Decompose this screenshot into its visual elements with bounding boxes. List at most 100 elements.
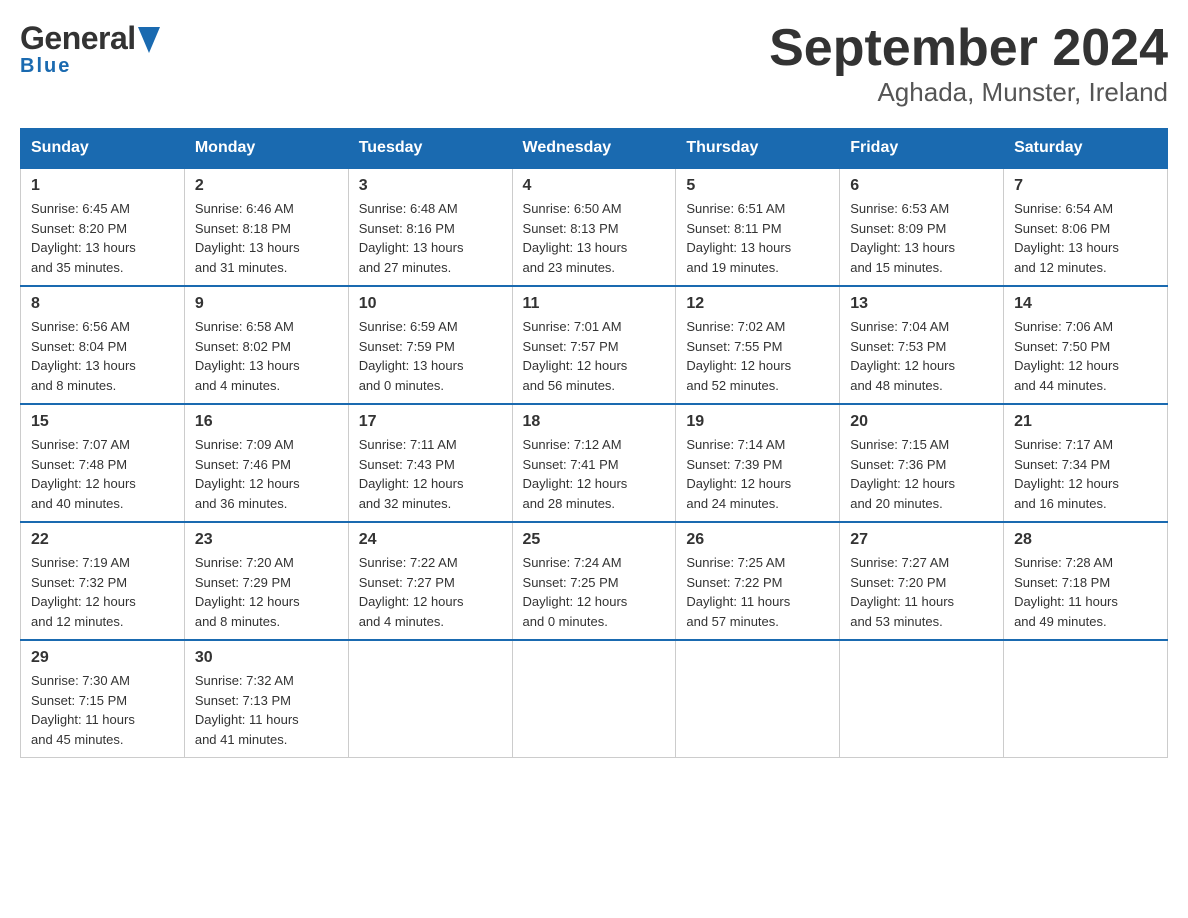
day-number: 12 — [686, 295, 829, 313]
day-info: Sunrise: 7:25 AM Sunset: 7:22 PM Dayligh… — [686, 553, 829, 631]
calendar-day-cell: 14 Sunrise: 7:06 AM Sunset: 7:50 PM Dayli… — [1004, 286, 1168, 404]
day-number: 20 — [850, 413, 993, 431]
day-info: Sunrise: 7:12 AM Sunset: 7:41 PM Dayligh… — [523, 435, 666, 513]
day-info: Sunrise: 6:48 AM Sunset: 8:16 PM Dayligh… — [359, 199, 502, 277]
calendar-day-cell: 10Sunrise: 6:59 AM Sunset: 7:59 PM Dayli… — [348, 286, 512, 404]
day-info: Sunrise: 7:22 AM Sunset: 7:27 PM Dayligh… — [359, 553, 502, 631]
day-info: Sunrise: 7:30 AM Sunset: 7:15 PM Dayligh… — [31, 671, 174, 749]
calendar-day-cell: 18 Sunrise: 7:12 AM Sunset: 7:41 PM Dayli… — [512, 404, 676, 522]
calendar-day-cell: 29Sunrise: 7:30 AM Sunset: 7:15 PM Dayli… — [21, 640, 185, 758]
day-info: Sunrise: 7:15 AM Sunset: 7:36 PM Dayligh… — [850, 435, 993, 513]
day-info: Sunrise: 7:27 AM Sunset: 7:20 PM Dayligh… — [850, 553, 993, 631]
calendar-col-saturday: Saturday — [1004, 129, 1168, 169]
calendar-week-row: 22 Sunrise: 7:19 AM Sunset: 7:32 PM Dayli… — [21, 522, 1168, 640]
day-number: 11 — [523, 295, 666, 313]
calendar-day-cell: 22 Sunrise: 7:19 AM Sunset: 7:32 PM Dayli… — [21, 522, 185, 640]
logo-general: General — [20, 20, 136, 57]
day-info: Sunrise: 6:58 AM Sunset: 8:02 PM Dayligh… — [195, 317, 338, 395]
calendar-header-row: SundayMondayTuesdayWednesdayThursdayFrid… — [21, 129, 1168, 169]
day-number: 19 — [686, 413, 829, 431]
day-number: 18 — [523, 413, 666, 431]
day-info: Sunrise: 6:53 AM Sunset: 8:09 PM Dayligh… — [850, 199, 993, 277]
calendar-day-cell: 25 Sunrise: 7:24 AM Sunset: 7:25 PM Dayli… — [512, 522, 676, 640]
day-info: Sunrise: 6:50 AM Sunset: 8:13 PM Dayligh… — [523, 199, 666, 277]
calendar-week-row: 8Sunrise: 6:56 AM Sunset: 8:04 PM Daylig… — [21, 286, 1168, 404]
calendar-col-tuesday: Tuesday — [348, 129, 512, 169]
calendar-week-row: 15Sunrise: 7:07 AM Sunset: 7:48 PM Dayli… — [21, 404, 1168, 522]
calendar-day-cell: 16 Sunrise: 7:09 AM Sunset: 7:46 PM Dayli… — [184, 404, 348, 522]
calendar-day-cell: 20 Sunrise: 7:15 AM Sunset: 7:36 PM Dayli… — [840, 404, 1004, 522]
day-number: 3 — [359, 177, 502, 195]
calendar-title: September 2024 — [769, 20, 1168, 77]
page-header: General Blue September 2024 Aghada, Muns… — [20, 20, 1168, 108]
day-number: 2 — [195, 177, 338, 195]
calendar-empty-cell — [348, 640, 512, 758]
calendar-col-thursday: Thursday — [676, 129, 840, 169]
calendar-day-cell: 27Sunrise: 7:27 AM Sunset: 7:20 PM Dayli… — [840, 522, 1004, 640]
calendar-day-cell: 21 Sunrise: 7:17 AM Sunset: 7:34 PM Dayli… — [1004, 404, 1168, 522]
day-number: 1 — [31, 177, 174, 195]
day-number: 25 — [523, 531, 666, 549]
calendar-day-cell: 1 Sunrise: 6:45 AM Sunset: 8:20 PM Daylig… — [21, 168, 185, 286]
day-number: 13 — [850, 295, 993, 313]
calendar-day-cell: 28Sunrise: 7:28 AM Sunset: 7:18 PM Dayli… — [1004, 522, 1168, 640]
calendar-empty-cell — [676, 640, 840, 758]
day-number: 24 — [359, 531, 502, 549]
day-number: 22 — [31, 531, 174, 549]
day-number: 9 — [195, 295, 338, 313]
calendar-col-monday: Monday — [184, 129, 348, 169]
day-info: Sunrise: 7:06 AM Sunset: 7:50 PM Dayligh… — [1014, 317, 1157, 395]
day-info: Sunrise: 7:11 AM Sunset: 7:43 PM Dayligh… — [359, 435, 502, 513]
logo-blue: Blue — [20, 55, 71, 78]
day-info: Sunrise: 7:28 AM Sunset: 7:18 PM Dayligh… — [1014, 553, 1157, 631]
day-info: Sunrise: 6:54 AM Sunset: 8:06 PM Dayligh… — [1014, 199, 1157, 277]
day-info: Sunrise: 7:09 AM Sunset: 7:46 PM Dayligh… — [195, 435, 338, 513]
day-info: Sunrise: 7:07 AM Sunset: 7:48 PM Dayligh… — [31, 435, 174, 513]
calendar-day-cell: 4 Sunrise: 6:50 AM Sunset: 8:13 PM Daylig… — [512, 168, 676, 286]
calendar-day-cell: 15Sunrise: 7:07 AM Sunset: 7:48 PM Dayli… — [21, 404, 185, 522]
calendar-day-cell: 17 Sunrise: 7:11 AM Sunset: 7:43 PM Dayli… — [348, 404, 512, 522]
day-number: 23 — [195, 531, 338, 549]
calendar-day-cell: 23 Sunrise: 7:20 AM Sunset: 7:29 PM Dayli… — [184, 522, 348, 640]
day-info: Sunrise: 6:59 AM Sunset: 7:59 PM Dayligh… — [359, 317, 502, 395]
calendar-week-row: 1 Sunrise: 6:45 AM Sunset: 8:20 PM Daylig… — [21, 168, 1168, 286]
calendar-day-cell: 8Sunrise: 6:56 AM Sunset: 8:04 PM Daylig… — [21, 286, 185, 404]
calendar-week-row: 29Sunrise: 7:30 AM Sunset: 7:15 PM Dayli… — [21, 640, 1168, 758]
calendar-day-cell: 3 Sunrise: 6:48 AM Sunset: 8:16 PM Daylig… — [348, 168, 512, 286]
title-block: September 2024 Aghada, Munster, Ireland — [769, 20, 1168, 108]
day-info: Sunrise: 7:17 AM Sunset: 7:34 PM Dayligh… — [1014, 435, 1157, 513]
calendar-empty-cell — [512, 640, 676, 758]
day-info: Sunrise: 7:04 AM Sunset: 7:53 PM Dayligh… — [850, 317, 993, 395]
logo-triangle-icon — [138, 27, 160, 53]
calendar-empty-cell — [840, 640, 1004, 758]
day-number: 21 — [1014, 413, 1157, 431]
day-info: Sunrise: 6:56 AM Sunset: 8:04 PM Dayligh… — [31, 317, 174, 395]
day-info: Sunrise: 7:20 AM Sunset: 7:29 PM Dayligh… — [195, 553, 338, 631]
day-number: 7 — [1014, 177, 1157, 195]
calendar-day-cell: 2Sunrise: 6:46 AM Sunset: 8:18 PM Daylig… — [184, 168, 348, 286]
day-info: Sunrise: 6:45 AM Sunset: 8:20 PM Dayligh… — [31, 199, 174, 277]
day-number: 5 — [686, 177, 829, 195]
day-info: Sunrise: 7:14 AM Sunset: 7:39 PM Dayligh… — [686, 435, 829, 513]
day-number: 4 — [523, 177, 666, 195]
day-number: 14 — [1014, 295, 1157, 313]
calendar-day-cell: 12 Sunrise: 7:02 AM Sunset: 7:55 PM Dayli… — [676, 286, 840, 404]
calendar-day-cell: 26Sunrise: 7:25 AM Sunset: 7:22 PM Dayli… — [676, 522, 840, 640]
day-number: 16 — [195, 413, 338, 431]
calendar-day-cell: 19 Sunrise: 7:14 AM Sunset: 7:39 PM Dayli… — [676, 404, 840, 522]
day-info: Sunrise: 7:24 AM Sunset: 7:25 PM Dayligh… — [523, 553, 666, 631]
calendar-day-cell: 24 Sunrise: 7:22 AM Sunset: 7:27 PM Dayli… — [348, 522, 512, 640]
day-number: 17 — [359, 413, 502, 431]
day-info: Sunrise: 7:32 AM Sunset: 7:13 PM Dayligh… — [195, 671, 338, 749]
day-info: Sunrise: 6:51 AM Sunset: 8:11 PM Dayligh… — [686, 199, 829, 277]
day-number: 30 — [195, 649, 338, 667]
calendar-empty-cell — [1004, 640, 1168, 758]
day-info: Sunrise: 7:01 AM Sunset: 7:57 PM Dayligh… — [523, 317, 666, 395]
calendar-day-cell: 7 Sunrise: 6:54 AM Sunset: 8:06 PM Daylig… — [1004, 168, 1168, 286]
calendar-day-cell: 13 Sunrise: 7:04 AM Sunset: 7:53 PM Dayli… — [840, 286, 1004, 404]
calendar-day-cell: 11 Sunrise: 7:01 AM Sunset: 7:57 PM Dayli… — [512, 286, 676, 404]
calendar-subtitle: Aghada, Munster, Ireland — [769, 77, 1168, 108]
calendar-table: SundayMondayTuesdayWednesdayThursdayFrid… — [20, 128, 1168, 758]
day-info: Sunrise: 7:02 AM Sunset: 7:55 PM Dayligh… — [686, 317, 829, 395]
day-info: Sunrise: 7:19 AM Sunset: 7:32 PM Dayligh… — [31, 553, 174, 631]
